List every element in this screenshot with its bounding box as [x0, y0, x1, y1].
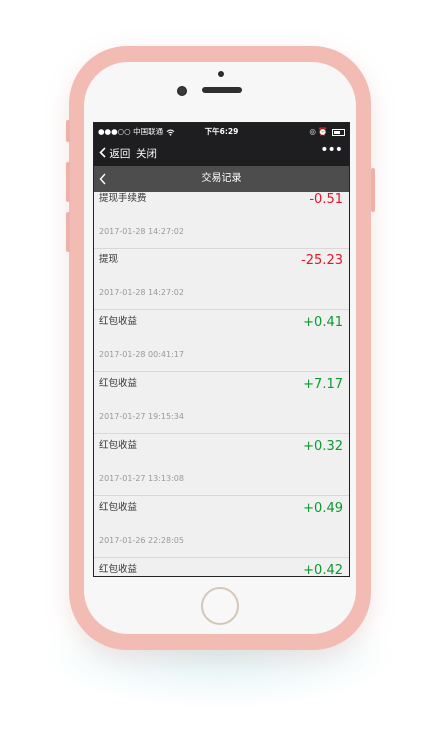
volume-down-button	[66, 212, 70, 252]
close-button[interactable]: 关闭	[136, 146, 157, 161]
phone-screen: ●●●○○ 中国联通 下午6:29 ◎ ⏰ 返回 关闭 ••• 交易记录 提现手…	[93, 122, 350, 577]
transaction-date: 2017-01-27 13:13:08	[99, 474, 184, 483]
transaction-amount: +0.42	[303, 563, 343, 577]
earpiece-speaker	[202, 87, 242, 93]
back-button[interactable]: 返回	[99, 146, 130, 161]
back-button-label: 返回	[109, 148, 131, 160]
transaction-title: 红包收益	[99, 316, 138, 327]
nav-bar: 返回 关闭 •••	[94, 140, 349, 166]
transaction-date: 2017-01-28 00:41:17	[99, 350, 184, 359]
transaction-row[interactable]: 红包收益 +0.42	[94, 559, 349, 577]
transaction-row[interactable]: 红包收益 +0.32 2017-01-27 13:13:08	[94, 435, 349, 496]
back-chevron-icon	[99, 147, 106, 158]
transaction-title: 红包收益	[99, 564, 138, 575]
power-button	[371, 168, 375, 212]
transaction-row[interactable]: 红包收益 +0.49 2017-01-26 22:28:05	[94, 497, 349, 558]
transaction-date: 2017-01-28 14:27:02	[99, 227, 184, 236]
transaction-title: 红包收益	[99, 502, 138, 513]
home-button[interactable]	[201, 587, 239, 625]
transaction-row[interactable]: 红包收益 +0.41 2017-01-28 00:41:17	[94, 311, 349, 372]
transaction-date: 2017-01-28 14:27:02	[99, 288, 184, 297]
transaction-date: 2017-01-26 22:28:05	[99, 536, 184, 545]
lock-rotation-icon: ◎	[309, 127, 316, 136]
volume-up-button	[66, 162, 70, 202]
transaction-row[interactable]: 红包收益 +7.17 2017-01-27 19:15:34	[94, 373, 349, 434]
transaction-title: 提现	[99, 254, 119, 265]
transaction-title: 红包收益	[99, 440, 138, 451]
transaction-amount: +0.41	[303, 315, 343, 330]
alarm-icon: ⏰	[318, 127, 328, 136]
transaction-title: 红包收益	[99, 378, 138, 389]
transaction-amount: +0.32	[303, 439, 343, 454]
status-bar: ●●●○○ 中国联通 下午6:29 ◎ ⏰	[94, 123, 349, 140]
sensor-icon	[177, 86, 187, 96]
transaction-amount: -0.51	[309, 192, 343, 207]
transaction-row[interactable]: 提现 -25.23 2017-01-28 14:27:02	[94, 249, 349, 310]
more-button[interactable]: •••	[320, 142, 343, 158]
transaction-amount: -25.23	[301, 253, 343, 268]
front-camera-icon	[218, 71, 224, 77]
battery-icon	[332, 128, 345, 136]
transaction-title: 提现手续费	[99, 193, 147, 204]
transaction-amount: +0.49	[303, 501, 343, 516]
mute-switch	[66, 120, 70, 142]
status-right: ◎ ⏰	[309, 123, 345, 140]
transaction-date: 2017-01-27 19:15:34	[99, 412, 184, 421]
transaction-row[interactable]: 提现手续费 -0.51 2017-01-28 14:27:02	[94, 188, 349, 249]
transaction-amount: +7.17	[303, 377, 343, 392]
